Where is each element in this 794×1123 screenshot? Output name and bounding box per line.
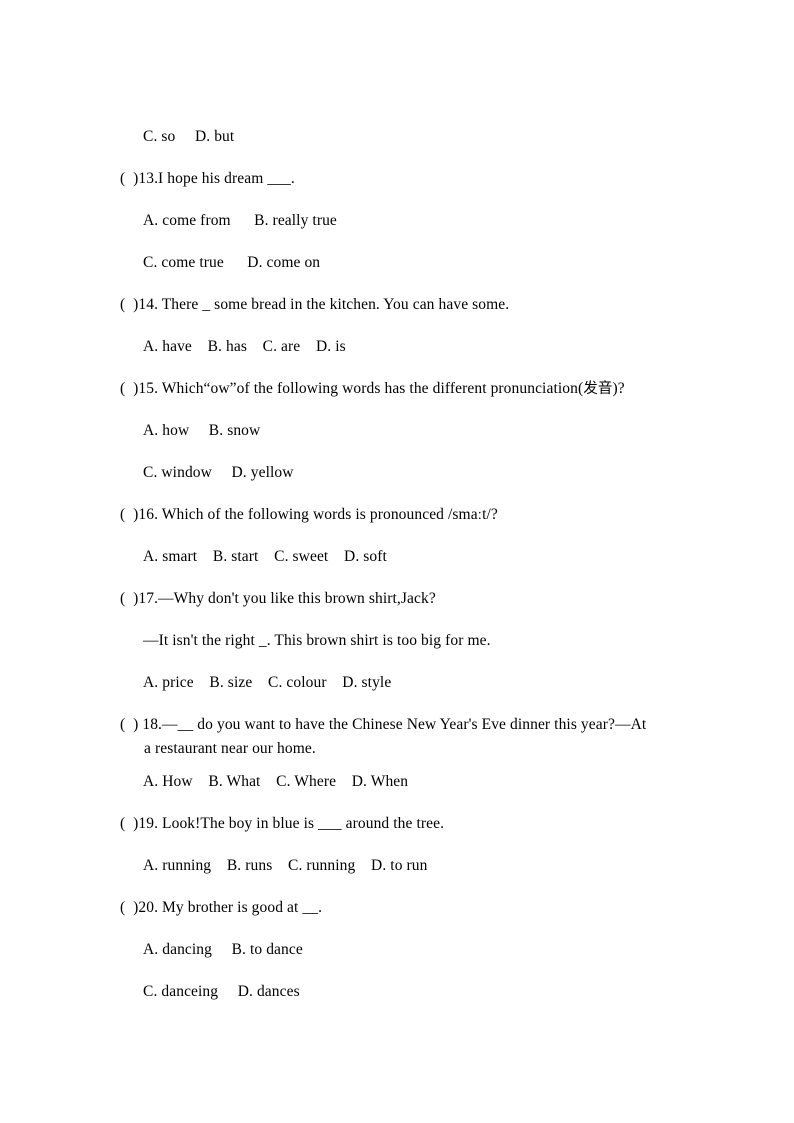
q19-stem: ( )19. Look!The boy in blue is ___ aroun… xyxy=(120,815,445,832)
q16-stem: ( )16. Which of the following words is p… xyxy=(120,506,498,523)
q15-stem-text-after: )? xyxy=(612,380,625,397)
q15-stem: ( )15. Which“ow”of the following words h… xyxy=(120,368,680,410)
q15-stem-text-before: ( )15. Which“ow”of the following words h… xyxy=(120,380,584,397)
q17-options: A. price B. size C. colour D. style xyxy=(143,674,392,691)
q13-options-ab: A. come from B. really true xyxy=(143,212,337,229)
q19-options: A. running B. runs C. running D. to run xyxy=(143,857,428,874)
q15-chinese-gloss: 发音 xyxy=(583,381,613,397)
q15-options-ab: A. how B. snow xyxy=(143,422,261,439)
q13-options-cd: C. come true D. come on xyxy=(143,254,321,271)
question-list: C. so D. but ( )13.I hope his dream ___.… xyxy=(120,116,680,1013)
q20-options-ab: A. dancing B. to dance xyxy=(143,941,303,958)
q14-stem: ( )14. There _ some bread in the kitchen… xyxy=(120,296,510,313)
q12-options-cd: C. so D. but xyxy=(143,128,235,145)
q14-options: A. have B. has C. are D. is xyxy=(143,338,346,355)
q18-stem-wrap: a restaurant near our home. xyxy=(144,740,316,757)
q17-stem: ( )17.—Why don't you like this brown shi… xyxy=(120,590,436,607)
q15-options-cd: C. window D. yellow xyxy=(143,464,294,481)
q13-stem: ( )13.I hope his dream ___. xyxy=(120,170,295,187)
q18-stem: ( ) 18.—__ do you want to have the Chine… xyxy=(120,716,647,733)
q20-stem: ( )20. My brother is good at __. xyxy=(120,899,323,916)
q18-options: A. How B. What C. Where D. When xyxy=(143,773,409,790)
q17-stem-second-line: —It isn't the right _. This brown shirt … xyxy=(143,632,491,649)
q16-options: A. smart B. start C. sweet D. soft xyxy=(143,548,387,565)
q20-options-cd: C. danceing D. dances xyxy=(143,983,300,1000)
document-page: C. so D. but ( )13.I hope his dream ___.… xyxy=(0,0,794,1123)
